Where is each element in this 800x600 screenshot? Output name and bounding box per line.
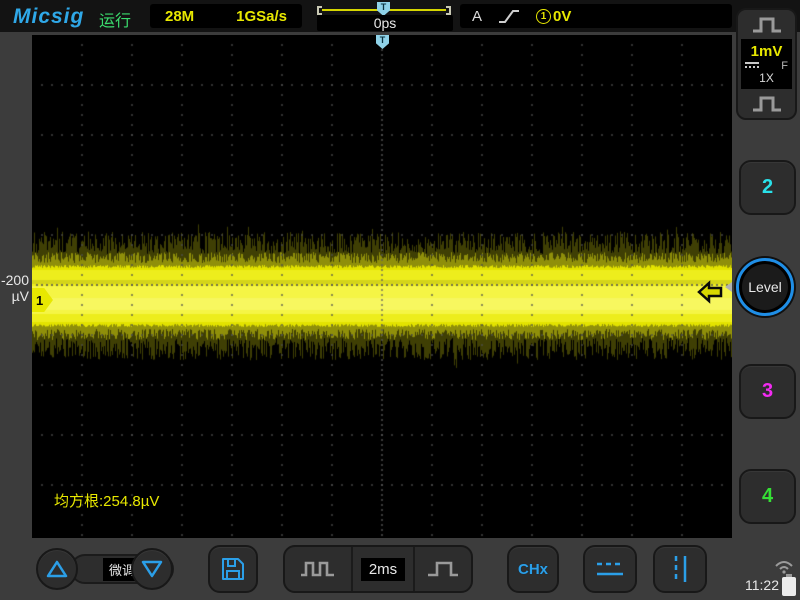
channel-2-button[interactable]: 2: [739, 160, 796, 215]
timebase-readout[interactable]: 2ms: [353, 547, 415, 591]
scale-down-button[interactable]: [738, 89, 795, 118]
trigger-channel-level: 1 0V: [536, 8, 571, 25]
save-icon: [219, 555, 247, 583]
top-status-bar: Micsig 运行 28M 1GSa/s T 0ps A 1 0V: [0, 0, 800, 32]
save-button[interactable]: [208, 545, 258, 593]
ch1-vertical-scale-control: 1mV F 1X: [736, 8, 797, 120]
timebase-value: 2ms: [361, 558, 405, 581]
timebase-zoom-in-button[interactable]: [415, 547, 471, 591]
triangle-down-icon: [140, 558, 164, 580]
adjust-up-button[interactable]: [36, 548, 78, 590]
timebase-control-group: 2ms: [283, 545, 473, 593]
channel-4-button[interactable]: 4: [739, 469, 796, 524]
ch1-waveform-trace[interactable]: [32, 35, 732, 538]
triangle-up-icon: [45, 558, 69, 580]
narrow-pulses-icon: [299, 560, 337, 578]
ch1-position-readout: -200 µV: [0, 272, 29, 304]
pulse-down-icon: [750, 95, 784, 113]
adjust-down-button[interactable]: [131, 548, 173, 590]
bandwidth-flag: F: [781, 60, 788, 72]
level-pointer-icon: [725, 282, 732, 292]
acquisition-info: 28M 1GSa/s: [150, 4, 302, 28]
waveform-display[interactable]: T 1 均方根:254.8µV: [32, 35, 732, 538]
vertical-cursor-icon: [665, 552, 695, 586]
sample-rate: 1GSa/s: [236, 8, 287, 25]
trigger-channel-badge: 1: [536, 9, 551, 24]
channel-switch-button[interactable]: CHx: [507, 545, 559, 593]
clock: 11:22: [745, 577, 779, 593]
horizontal-position-readout[interactable]: 0ps: [317, 15, 453, 31]
ch1-scale-readout[interactable]: 1mV F 1X: [741, 39, 792, 89]
run-status[interactable]: 运行: [99, 7, 131, 31]
ch1-volts-per-div: 1mV: [745, 44, 788, 60]
trigger-level-value: 0V: [553, 8, 571, 25]
rms-measurement: 均方根:254.8µV: [54, 490, 159, 511]
memory-depth: 28M: [165, 8, 194, 25]
vertical-cursor-button[interactable]: [653, 545, 707, 593]
channel-3-button[interactable]: 3: [739, 364, 796, 419]
horizontal-cursor-button[interactable]: [583, 545, 637, 593]
trigger-level-knob[interactable]: Level: [736, 258, 794, 316]
memory-window-right-bracket: [446, 6, 451, 15]
battery-icon: [782, 577, 796, 596]
trigger-position-pin[interactable]: T: [377, 2, 390, 16]
wifi-icon: [770, 556, 798, 574]
trigger-source: A: [472, 8, 482, 25]
coupling-icon: [745, 62, 759, 70]
horizontal-cursor-icon: [593, 556, 627, 582]
scale-up-button[interactable]: [738, 10, 795, 39]
probe-attenuation: 1X: [745, 72, 788, 85]
rising-edge-icon: [496, 6, 522, 26]
trigger-level-arrow-icon[interactable]: [696, 280, 724, 304]
trigger-info[interactable]: A 1 0V: [460, 4, 732, 28]
wide-pulse-icon: [425, 560, 461, 578]
brand-logo: Micsig: [13, 5, 84, 29]
timebase-zoom-out-button[interactable]: [285, 547, 353, 591]
pulse-up-icon: [750, 16, 784, 34]
